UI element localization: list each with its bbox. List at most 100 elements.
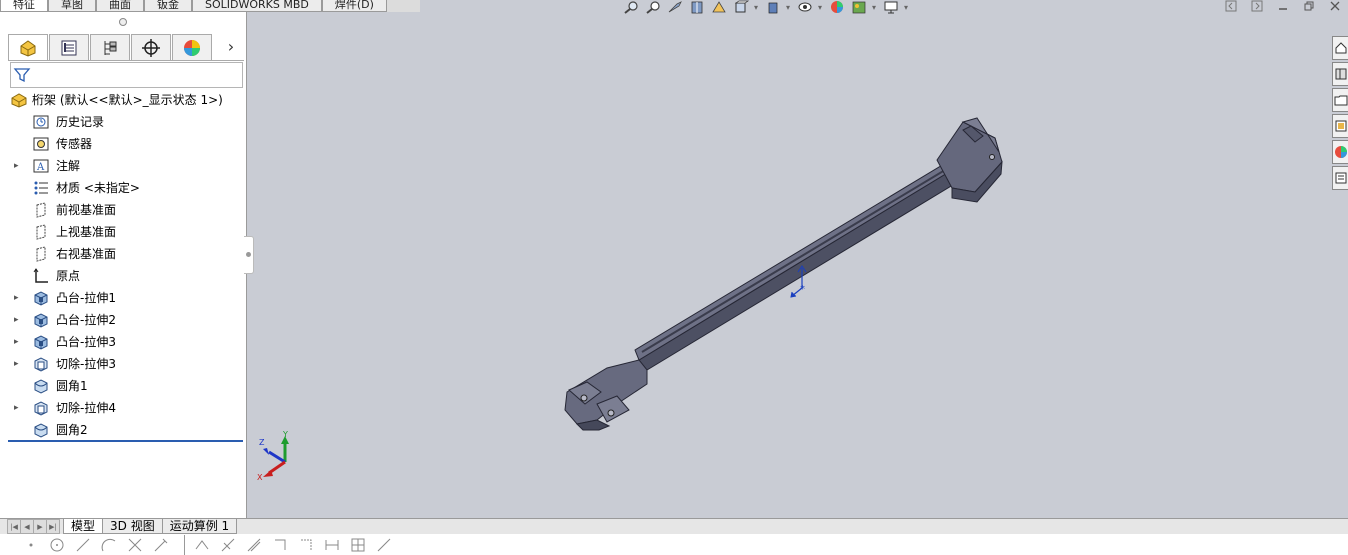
- sensors-icon: [32, 135, 50, 153]
- tab-navigation: |◀ ◀ ▶ ▶|: [7, 519, 60, 534]
- tree-item-8[interactable]: ▸ 凸台-拉伸1: [0, 287, 246, 309]
- view-orientation-caret-icon[interactable]: ▾: [754, 3, 760, 12]
- feature-manager-panel: › 桁架 (默认<<默认>_显示状态 1>) 历史记录传感器 ▸ A 注解材质 <未指定…: [0, 12, 247, 518]
- solidworks-resources-icon[interactable]: [1332, 36, 1348, 60]
- configuration-manager-icon[interactable]: [90, 34, 130, 60]
- tree-item-14[interactable]: 圆角2: [0, 419, 246, 441]
- tree-item-11[interactable]: ▸ 切除-拉伸3: [0, 353, 246, 375]
- tree-item-label: 上视基准面: [56, 225, 117, 239]
- extend-icon[interactable]: [152, 536, 170, 554]
- bottom-tab-2[interactable]: 运动算例 1: [161, 519, 238, 534]
- rollback-bar[interactable]: [8, 440, 243, 442]
- chevron-right-icon[interactable]: ›: [218, 34, 244, 59]
- centerpoint-arc-icon[interactable]: [100, 536, 118, 554]
- tangent-arc-icon[interactable]: [219, 536, 237, 554]
- dimxpert-manager-icon[interactable]: [131, 34, 171, 60]
- bottom-tab-1[interactable]: 3D 视图: [102, 519, 163, 534]
- next-tab-icon[interactable]: ▶: [33, 519, 47, 534]
- boss-extrude-icon: [32, 289, 50, 307]
- window-controls: [1224, 0, 1342, 12]
- last-tab-icon[interactable]: ▶|: [46, 519, 60, 534]
- tree-item-label: 材质 <未指定>: [56, 181, 140, 195]
- minimize-icon[interactable]: [1276, 0, 1290, 12]
- design-library-icon[interactable]: [1332, 62, 1348, 86]
- tree-item-4[interactable]: 前视基准面: [0, 199, 246, 221]
- line-icon[interactable]: [74, 536, 92, 554]
- expand-panel-icon[interactable]: [1250, 0, 1264, 12]
- view-palette-icon[interactable]: [1332, 114, 1348, 138]
- tree-item-5[interactable]: 上视基准面: [0, 221, 246, 243]
- task-pane: [1332, 36, 1348, 190]
- feature-tree: 桁架 (默认<<默认>_显示状态 1>) 历史记录传感器 ▸ A 注解材质 <未指定> 前…: [0, 89, 246, 441]
- feature-tree-filter[interactable]: [10, 62, 243, 88]
- tab-2[interactable]: 曲面: [96, 0, 144, 12]
- tree-item-3[interactable]: 材质 <未指定>: [0, 177, 246, 199]
- trim-icon[interactable]: [126, 536, 144, 554]
- tree-item-0[interactable]: 历史记录: [0, 111, 246, 133]
- fillet-icon: [32, 377, 50, 395]
- truss-part-model[interactable]: [564, 117, 1003, 431]
- restore-icon[interactable]: [1302, 0, 1316, 12]
- tree-item-6[interactable]: 右视基准面: [0, 243, 246, 265]
- graphics-area[interactable]: * Y Z X: [247, 12, 1332, 518]
- tree-item-7[interactable]: 原点: [0, 265, 246, 287]
- display-style-caret-icon[interactable]: ▾: [786, 3, 792, 12]
- expand-arrow-icon[interactable]: ▸: [14, 161, 22, 171]
- tab-0[interactable]: 特征: [0, 0, 48, 12]
- restore-panel-icon[interactable]: [1224, 0, 1238, 12]
- fillet-icon: [32, 421, 50, 439]
- property-manager-icon[interactable]: [49, 34, 89, 60]
- expand-arrow-icon[interactable]: ▸: [14, 315, 22, 325]
- expand-arrow-icon[interactable]: ▸: [14, 293, 22, 303]
- apply-scene-caret-icon[interactable]: ▾: [872, 3, 878, 12]
- offset-entities-icon[interactable]: [245, 536, 263, 554]
- tree-item-label: 凸台-拉伸1: [56, 291, 116, 305]
- circle-icon[interactable]: [48, 536, 66, 554]
- bottom-tab-0[interactable]: 模型: [63, 519, 104, 534]
- tree-item-9[interactable]: ▸ 凸台-拉伸2: [0, 309, 246, 331]
- panel-collapse-handle[interactable]: [119, 18, 127, 26]
- command-manager-tabs: 特征 草图 曲面 钣金 SOLIDWORKS MBD 焊件(D): [0, 0, 420, 12]
- view-settings-caret-icon[interactable]: ▾: [904, 3, 910, 12]
- tab-4[interactable]: SOLIDWORKS MBD: [192, 0, 322, 12]
- horizontal-dimension-icon[interactable]: [323, 536, 341, 554]
- rectangle-icon[interactable]: [271, 536, 289, 554]
- plane-icon: [32, 201, 50, 219]
- tree-item-12[interactable]: 圆角1: [0, 375, 246, 397]
- custom-properties-icon[interactable]: [1332, 166, 1348, 190]
- close-icon[interactable]: [1328, 0, 1342, 12]
- smart-dimension-icon[interactable]: [193, 536, 211, 554]
- appearances-icon[interactable]: [1332, 140, 1348, 164]
- tab-5[interactable]: 焊件(D): [321, 0, 387, 12]
- tab-3[interactable]: 钣金: [144, 0, 192, 12]
- tree-item-10[interactable]: ▸ 凸台-拉伸3: [0, 331, 246, 353]
- tree-item-1[interactable]: 传感器: [0, 133, 246, 155]
- tree-item-label: 注解: [56, 159, 81, 173]
- svg-text:*: *: [800, 284, 805, 295]
- plane-icon: [32, 223, 50, 241]
- first-tab-icon[interactable]: |◀: [7, 519, 21, 534]
- annotations-icon: A: [32, 157, 50, 175]
- tree-item-13[interactable]: ▸ 切除-拉伸4: [0, 397, 246, 419]
- hide-show-caret-icon[interactable]: ▾: [818, 3, 824, 12]
- file-explorer-icon[interactable]: [1332, 88, 1348, 112]
- tree-item-2[interactable]: ▸ A 注解: [0, 155, 246, 177]
- centerline-rectangle-icon[interactable]: [297, 536, 315, 554]
- tree-item-label: 切除-拉伸3: [56, 357, 116, 371]
- point-icon[interactable]: [22, 536, 40, 554]
- tree-item-label: 凸台-拉伸2: [56, 313, 116, 327]
- tab-1[interactable]: 草图: [48, 0, 96, 12]
- expand-arrow-icon[interactable]: ▸: [14, 337, 22, 347]
- tree-item-label: 传感器: [56, 137, 93, 151]
- tree-root-part[interactable]: 桁架 (默认<<默认>_显示状态 1>): [0, 89, 246, 111]
- sketch-fillet-icon[interactable]: [375, 536, 393, 554]
- part-icon: [10, 91, 28, 109]
- previous-tab-icon[interactable]: ◀: [20, 519, 34, 534]
- display-manager-icon[interactable]: [172, 34, 212, 60]
- triad-y-label: Y: [282, 430, 288, 439]
- model-view-tabs: |◀ ◀ ▶ ▶| 模型 3D 视图 运动算例 1: [0, 518, 1348, 534]
- expand-arrow-icon[interactable]: ▸: [14, 403, 22, 413]
- feature-manager-icon[interactable]: [8, 34, 48, 60]
- expand-arrow-icon[interactable]: ▸: [14, 359, 22, 369]
- linear-pattern-icon[interactable]: [349, 536, 367, 554]
